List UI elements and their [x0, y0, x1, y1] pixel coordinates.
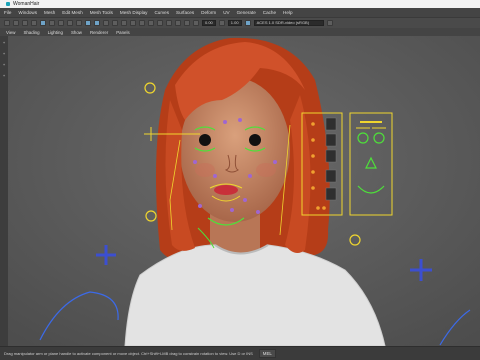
camera-attributes-icon[interactable]: [13, 20, 19, 26]
menu-uv[interactable]: UV: [223, 10, 229, 15]
grid-icon[interactable]: [40, 20, 46, 26]
menu-windows[interactable]: Windows: [18, 10, 37, 15]
shadows-icon[interactable]: [121, 20, 127, 26]
bookmark-icon[interactable]: [22, 20, 28, 26]
menu-surfaces[interactable]: Surfaces: [176, 10, 194, 15]
motion-blur-icon[interactable]: [139, 20, 145, 26]
gui-forehead-bar[interactable]: [360, 121, 382, 123]
viewport-scene: [8, 36, 480, 346]
backface-icon[interactable]: [184, 20, 190, 26]
cheek-right: [256, 163, 276, 177]
xray-icon[interactable]: [166, 20, 172, 26]
camera-icon[interactable]: [4, 20, 10, 26]
cheek-left: [195, 163, 215, 177]
panel-menu-shading[interactable]: Shading: [23, 30, 39, 35]
eye-right: [249, 134, 261, 146]
app-icon: [6, 2, 10, 6]
panel-menu-bar: View Shading Lighting Show Renderer Pane…: [0, 28, 480, 36]
menu-deform[interactable]: Deform: [201, 10, 216, 15]
panel-menu-view[interactable]: View: [6, 30, 15, 35]
lips: [214, 185, 238, 195]
smooth-shade-icon[interactable]: [94, 20, 100, 26]
menu-mesh-tools[interactable]: Mesh Tools: [90, 10, 113, 15]
main-menu-bar: File Windows Mesh Edit Mesh Mesh Tools M…: [0, 8, 480, 18]
menu-mesh[interactable]: Mesh: [44, 10, 55, 15]
dock-tool-1[interactable]: +: [3, 40, 5, 45]
eye-left: [199, 134, 211, 146]
help-line: Drag manipulator arm or plane handle to …: [0, 346, 480, 360]
dock-tool-2[interactable]: +: [3, 51, 5, 56]
panel-menu-lighting[interactable]: Lighting: [48, 30, 63, 35]
menu-edit-mesh[interactable]: Edit Mesh: [62, 10, 82, 15]
dock-tool-3[interactable]: +: [3, 62, 5, 67]
command-language-toggle[interactable]: MEL: [258, 349, 276, 358]
ambient-occlusion-icon[interactable]: [130, 20, 136, 26]
view-transform-dropdown[interactable]: ACES 1.0 SDR-video (sRGB): [253, 20, 324, 26]
menu-mesh-display[interactable]: Mesh Display: [120, 10, 148, 15]
exposure-icon[interactable]: [193, 20, 199, 26]
field-chart-icon[interactable]: [76, 20, 82, 26]
menu-file[interactable]: File: [4, 10, 11, 15]
gamma-field[interactable]: 1.00: [227, 20, 242, 26]
menu-cache[interactable]: Cache: [263, 10, 276, 15]
panel-toolbar: 0.00 1.00 ACES 1.0 SDR-video (sRGB): [0, 18, 480, 28]
film-gate-icon[interactable]: [49, 20, 55, 26]
menu-curves[interactable]: Curves: [154, 10, 169, 15]
panel-menu-panels[interactable]: Panels: [116, 30, 129, 35]
dock-tool-4[interactable]: +: [3, 73, 5, 78]
xray-joints-icon[interactable]: [175, 20, 181, 26]
textured-icon[interactable]: [103, 20, 109, 26]
menu-help[interactable]: Help: [283, 10, 292, 15]
help-message: Drag manipulator arm or plane handle to …: [4, 351, 253, 356]
panel-menu-renderer[interactable]: Renderer: [90, 30, 108, 35]
gamma-icon[interactable]: [218, 20, 225, 26]
color-management-icon[interactable]: [244, 20, 251, 26]
window-title: WomanHair: [13, 1, 40, 7]
anti-alias-icon[interactable]: [148, 20, 154, 26]
isolate-select-icon[interactable]: [157, 20, 163, 26]
menu-generate[interactable]: Generate: [237, 10, 256, 15]
viewport-3d[interactable]: [8, 36, 480, 346]
left-tool-dock: + + + +: [0, 36, 8, 346]
wireframe-icon[interactable]: [85, 20, 91, 26]
exposure-field[interactable]: 0.00: [202, 20, 216, 26]
panel-layout-icon[interactable]: [326, 20, 333, 26]
panel-menu-show[interactable]: Show: [71, 30, 82, 35]
resolution-gate-icon[interactable]: [58, 20, 64, 26]
image-plane-icon[interactable]: [31, 20, 37, 26]
lights-icon[interactable]: [112, 20, 118, 26]
gate-mask-icon[interactable]: [67, 20, 73, 26]
title-bar: WomanHair: [0, 0, 480, 8]
